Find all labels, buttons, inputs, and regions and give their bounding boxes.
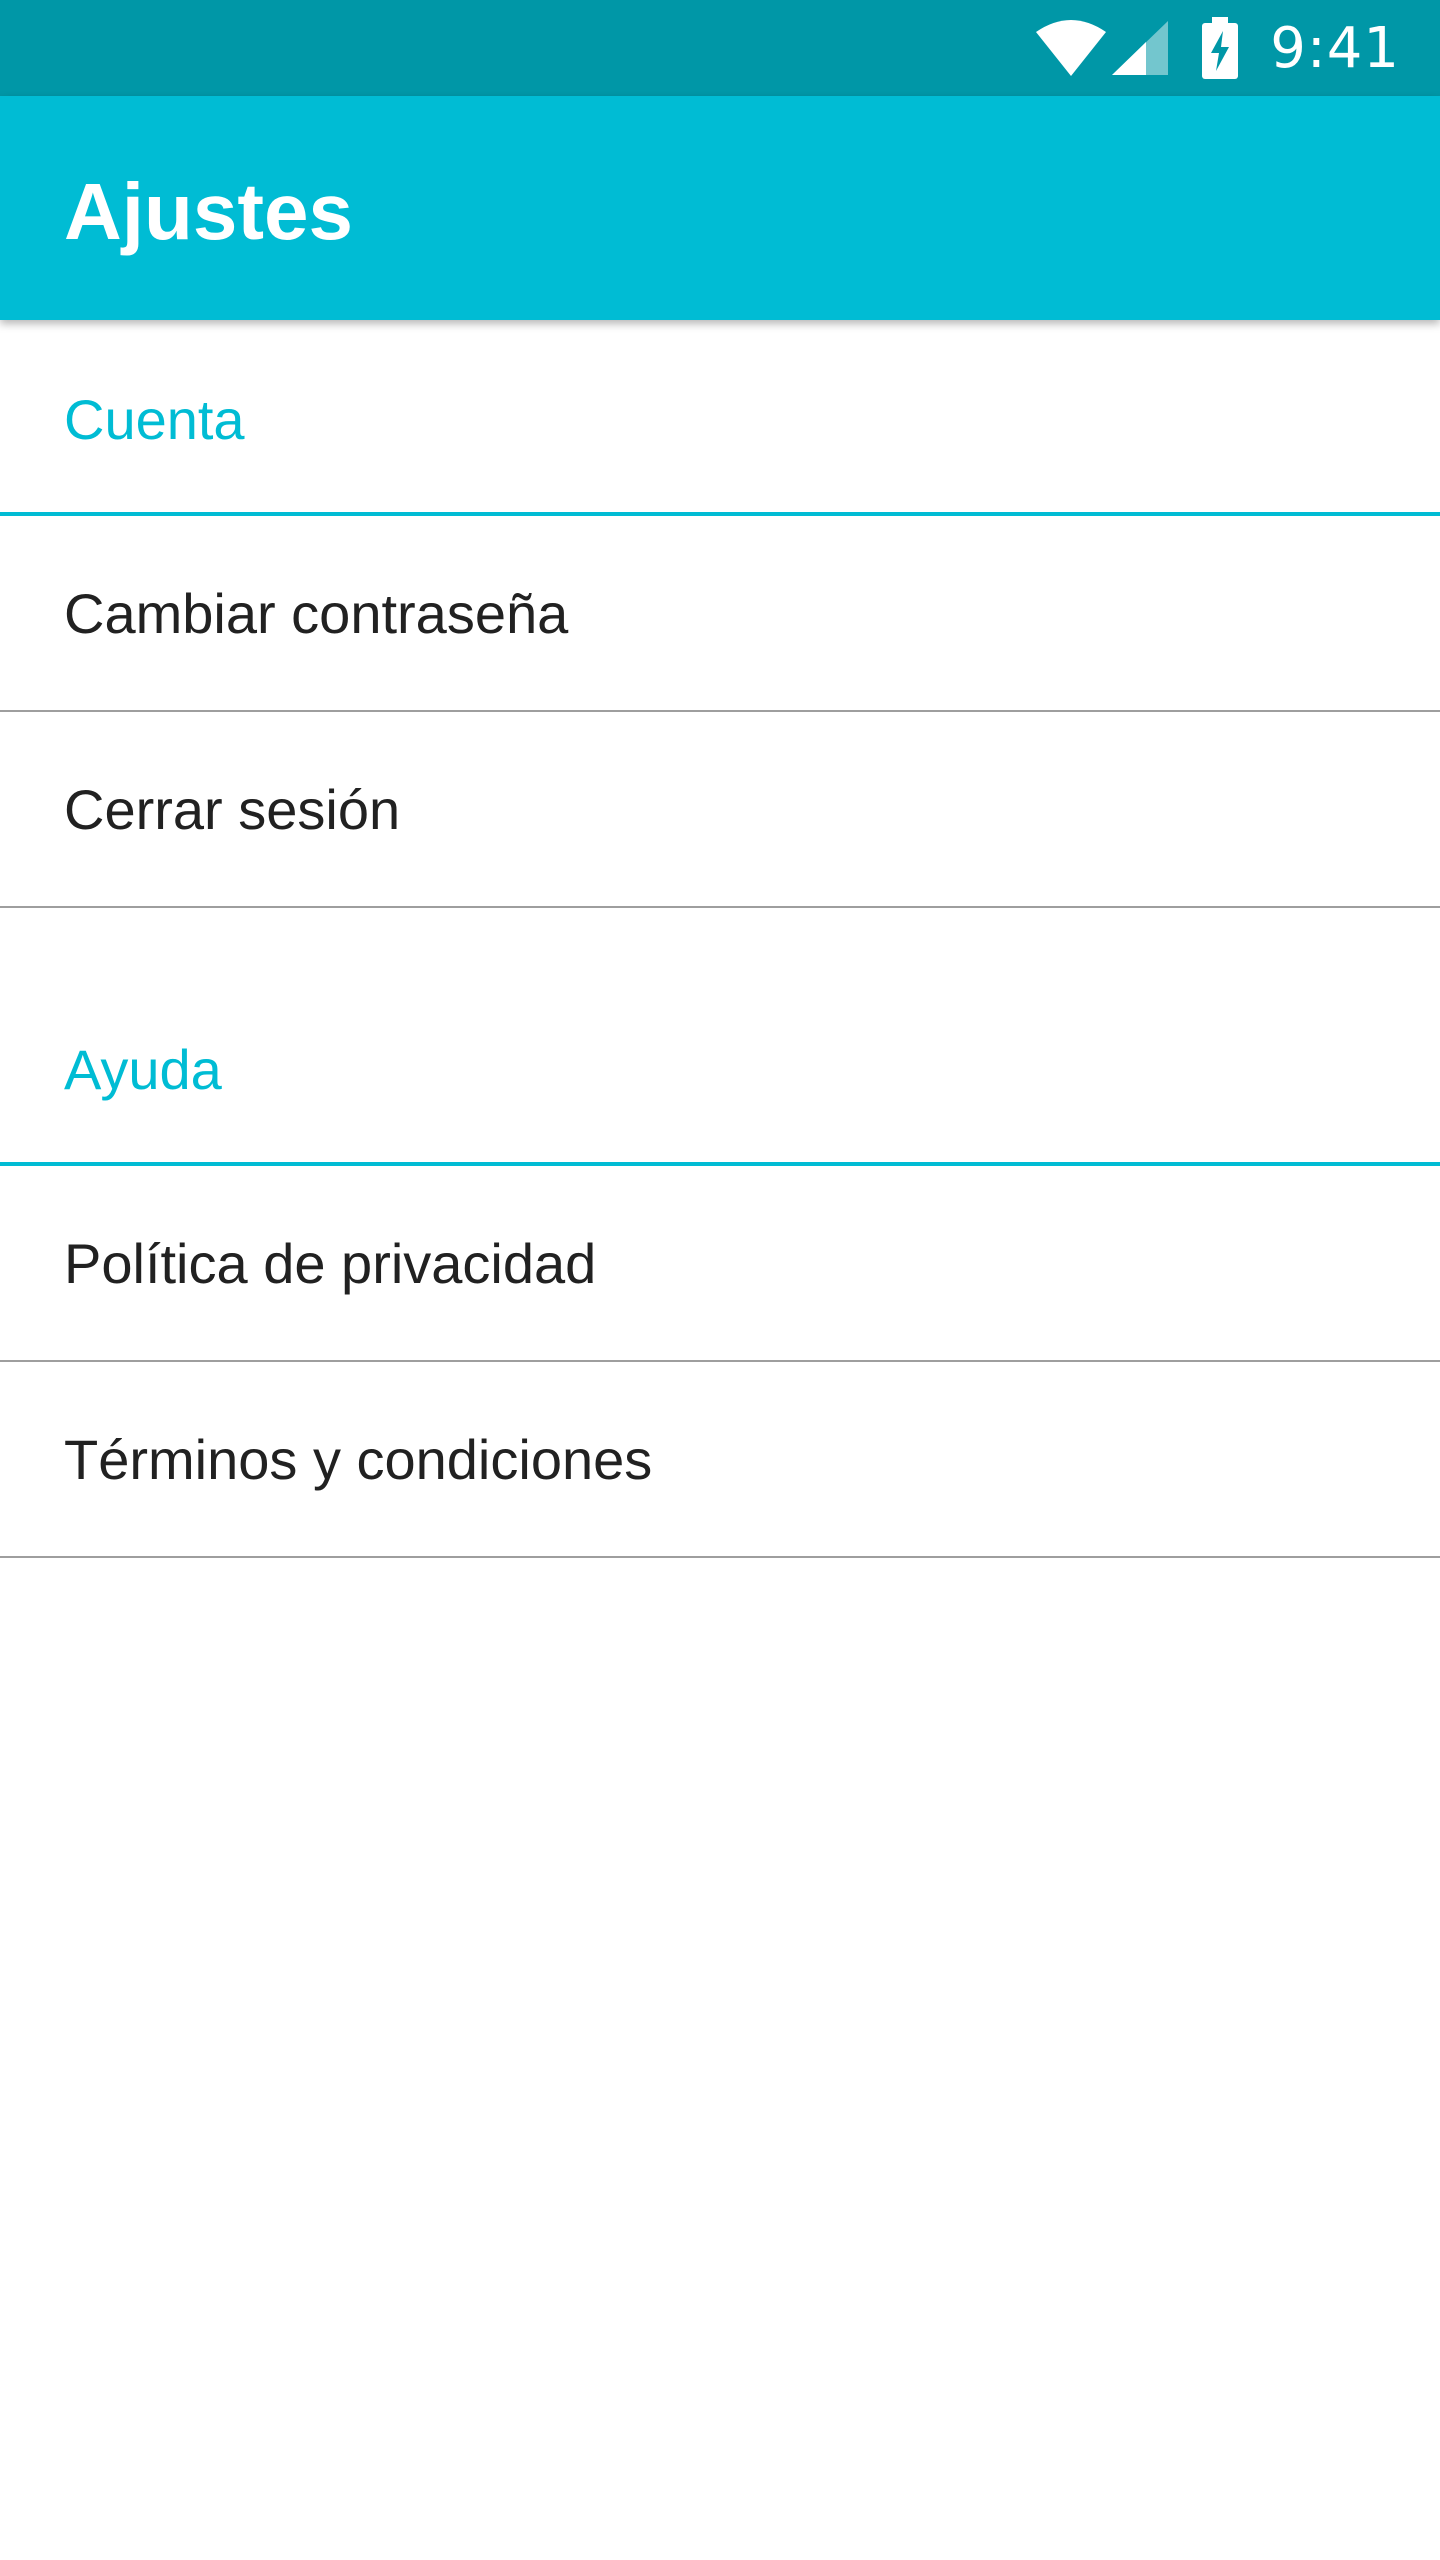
section-header-cuenta: Cuenta xyxy=(0,320,1440,516)
wifi-icon xyxy=(1036,20,1107,76)
status-time: 9:41 xyxy=(1270,15,1400,81)
section-title: Ayuda xyxy=(64,1038,222,1101)
settings-list: Cuenta Cambiar contraseña Cerrar sesión … xyxy=(0,320,1440,1558)
list-item-terminos-y-condiciones[interactable]: Términos y condiciones xyxy=(0,1362,1440,1558)
section-title: Cuenta xyxy=(64,388,245,451)
status-bar: 9:41 xyxy=(0,0,1440,96)
app-bar: Ajustes xyxy=(0,96,1440,320)
signal-icon xyxy=(1112,21,1169,75)
battery-charging-icon xyxy=(1202,17,1239,79)
list-item-label: Términos y condiciones xyxy=(64,1427,653,1491)
status-icons: 9:41 xyxy=(1034,0,1400,96)
list-item-cambiar-contrasena[interactable]: Cambiar contraseña xyxy=(0,516,1440,712)
list-item-label: Cambiar contraseña xyxy=(64,581,569,645)
list-item-cerrar-sesion[interactable]: Cerrar sesión xyxy=(0,712,1440,908)
page-title: Ajustes xyxy=(64,167,353,256)
section-header-ayuda: Ayuda xyxy=(0,908,1440,1166)
list-item-label: Cerrar sesión xyxy=(64,777,401,841)
list-item-politica-de-privacidad[interactable]: Política de privacidad xyxy=(0,1166,1440,1362)
list-item-label: Política de privacidad xyxy=(64,1231,597,1295)
